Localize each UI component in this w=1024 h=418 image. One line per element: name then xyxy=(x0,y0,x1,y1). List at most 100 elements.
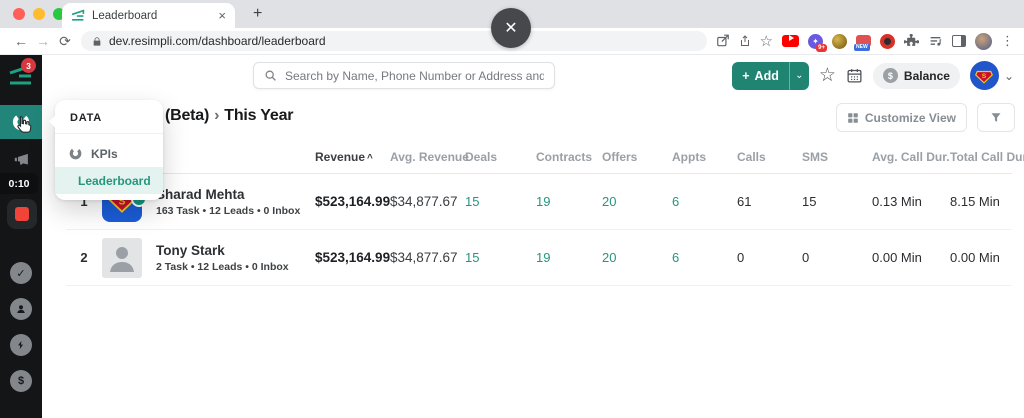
column-sms[interactable]: SMS xyxy=(802,150,872,164)
menu-item-kpis[interactable]: KPIs xyxy=(55,140,163,167)
extensions-puzzle-icon[interactable] xyxy=(904,34,919,49)
appts-value[interactable]: 6 xyxy=(672,250,737,265)
calendar-button[interactable] xyxy=(846,67,863,84)
sort-asc-icon: ^ xyxy=(367,153,373,164)
sidebar-item-contacts[interactable] xyxy=(10,298,32,320)
revenue-value: $523,164.99 xyxy=(315,250,390,265)
add-button[interactable]: + Add xyxy=(732,62,789,90)
mouse-cursor xyxy=(13,114,34,142)
camera-extension-icon[interactable]: NEW xyxy=(856,35,871,47)
resimpli-favicon xyxy=(71,9,85,22)
megaphone-icon xyxy=(13,151,30,168)
sidebar-item-tasks[interactable]: ✓ xyxy=(10,262,32,284)
menu-item-label: Leaderboard xyxy=(78,174,151,188)
column-appts[interactable]: Appts xyxy=(672,150,737,164)
sidebar-item-finance[interactable]: $ xyxy=(10,370,32,392)
check-icon: ✓ xyxy=(16,267,25,280)
table-row[interactable]: 2 Tony Stark 2 Task • 12 Leads • 0 Inbox… xyxy=(66,230,1012,286)
deals-value[interactable]: 15 xyxy=(465,250,536,265)
column-calls[interactable]: Calls xyxy=(737,150,802,164)
blocker-extension-icon[interactable] xyxy=(880,34,895,49)
user-name[interactable]: Tony Stark xyxy=(156,243,315,258)
deals-value[interactable]: 15 xyxy=(465,194,536,209)
window-controls xyxy=(13,8,65,20)
balance-button[interactable]: $ Balance xyxy=(873,63,960,89)
user-meta: 2 Task • 12 Leads • 0 Inbox xyxy=(156,261,315,273)
page-title-row: Leaderboard (Beta)›This Year Customize V… xyxy=(42,95,1024,141)
superman-logo: S xyxy=(974,67,994,85)
divider xyxy=(55,133,163,134)
search-input[interactable] xyxy=(285,69,544,83)
share-icon[interactable] xyxy=(739,34,751,48)
offers-value[interactable]: 20 xyxy=(602,250,672,265)
plus-icon: + xyxy=(742,69,749,83)
user-cell: Tony Stark 2 Task • 12 Leads • 0 Inbox xyxy=(156,243,315,273)
kpi-donut-icon xyxy=(69,147,82,160)
add-dropdown-button[interactable]: ⌄ xyxy=(789,62,809,90)
bookmark-star-icon[interactable]: ☆ xyxy=(760,34,773,49)
leaderboard-table: Revenue^ Avg. Revenue Deals Contracts Of… xyxy=(66,141,1012,286)
browser-tab[interactable]: Leaderboard × xyxy=(62,3,235,28)
recording-timer: 0:10 xyxy=(0,173,38,194)
gold-extension-icon[interactable] xyxy=(832,34,847,49)
column-offers[interactable]: Offers xyxy=(602,150,672,164)
media-queue-icon[interactable] xyxy=(928,35,943,48)
menu-item-leaderboard[interactable]: Leaderboard xyxy=(55,167,163,194)
menu-header: DATA xyxy=(55,100,163,133)
youtube-extension-icon[interactable] xyxy=(782,35,799,47)
sms-value: 0 xyxy=(802,250,872,265)
refresh-icon[interactable]: ⟳ xyxy=(54,33,76,50)
minimize-window-button[interactable] xyxy=(33,8,45,20)
placeholder-avatar xyxy=(102,238,142,278)
total-call-dur-value: 0.00 Min xyxy=(950,250,1012,265)
purple-extension-icon[interactable]: ✦9+ xyxy=(808,34,823,49)
open-in-new-icon[interactable] xyxy=(716,34,730,48)
new-tab-button[interactable]: + xyxy=(247,3,268,25)
contracts-value[interactable]: 19 xyxy=(536,194,602,209)
table-row[interactable]: 1 S ✓ Sharad Mehta 163 Task • 12 Leads •… xyxy=(66,174,1012,230)
column-avg-call-dur[interactable]: Avg. Call Dur. xyxy=(872,150,950,164)
sidebar-item-marketing[interactable] xyxy=(0,147,42,171)
data-dropdown-menu: DATA KPIs Leaderboard xyxy=(55,100,163,200)
back-icon[interactable]: ← xyxy=(10,33,32,49)
page-subtitle[interactable]: This Year xyxy=(224,107,293,124)
global-search[interactable] xyxy=(253,62,555,89)
close-icon: ✕ xyxy=(504,18,517,38)
stop-recording-button[interactable] xyxy=(7,199,37,229)
column-total-call-dur[interactable]: Total Call Dur. xyxy=(950,150,1012,164)
browser-menu-icon[interactable]: ⋮ xyxy=(1001,33,1014,49)
add-button-label: Add xyxy=(755,69,779,83)
browser-profile-avatar[interactable] xyxy=(975,33,992,50)
appts-value[interactable]: 6 xyxy=(672,194,737,209)
sidebar-item-automation[interactable] xyxy=(10,334,32,356)
notification-badge: 3 xyxy=(21,58,36,73)
column-revenue[interactable]: Revenue^ xyxy=(315,150,390,164)
forward-icon[interactable]: → xyxy=(32,33,54,49)
user-avatar: S xyxy=(970,61,999,90)
favorites-button[interactable]: ☆ xyxy=(819,66,836,85)
column-contracts[interactable]: Contracts xyxy=(536,150,602,164)
recorder-close-button[interactable]: ✕ xyxy=(491,8,531,48)
contracts-value[interactable]: 19 xyxy=(536,250,602,265)
user-menu[interactable]: S ⌄ xyxy=(970,61,1014,90)
funnel-icon xyxy=(990,111,1002,124)
close-window-button[interactable] xyxy=(13,8,25,20)
lightning-icon xyxy=(16,339,26,351)
main-area: + Add ⌄ ☆ $ Balanc xyxy=(42,55,1024,418)
add-button-group: + Add ⌄ xyxy=(732,62,809,90)
column-deals[interactable]: Deals xyxy=(465,150,536,164)
filter-button[interactable] xyxy=(977,103,1015,132)
tab-close-icon[interactable]: × xyxy=(218,8,226,23)
user-meta: 163 Task • 12 Leads • 0 Inbox xyxy=(156,205,315,217)
header-controls: + Add ⌄ ☆ $ Balanc xyxy=(732,61,1014,90)
side-panel-icon[interactable] xyxy=(952,35,966,47)
address-bar[interactable]: dev.resimpli.com/dashboard/leaderboard xyxy=(81,31,707,51)
column-avg-revenue[interactable]: Avg. Revenue xyxy=(390,150,465,164)
offers-value[interactable]: 20 xyxy=(602,194,672,209)
user-name[interactable]: Sharad Mehta xyxy=(156,187,315,202)
menu-item-label: KPIs xyxy=(91,147,118,161)
url-text: dev.resimpli.com/dashboard/leaderboard xyxy=(109,34,326,48)
sms-value: 15 xyxy=(802,194,872,209)
tab-title: Leaderboard xyxy=(92,10,211,22)
customize-view-button[interactable]: Customize View xyxy=(836,103,967,132)
